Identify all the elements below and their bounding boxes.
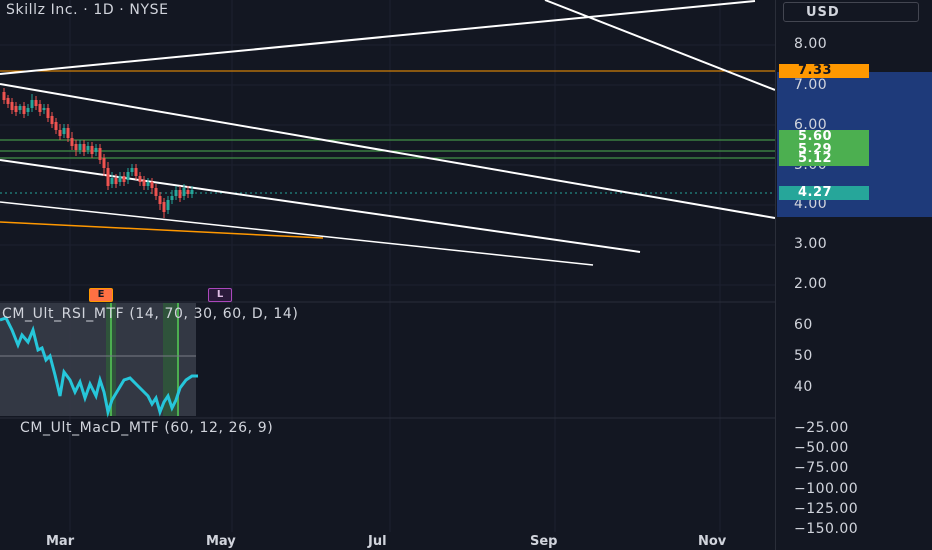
- candle-body: [134, 168, 138, 176]
- currency-button[interactable]: USD: [783, 2, 919, 22]
- candle-body: [50, 116, 54, 124]
- macd-legend[interactable]: CM_Ult_MacD_MTF (60, 12, 26, 9): [20, 420, 273, 436]
- price-label-8: 8.00: [794, 36, 828, 52]
- main-chart-canvas[interactable]: [0, 0, 775, 550]
- candle-body: [102, 158, 106, 168]
- price-label-7: 7.00: [794, 77, 828, 93]
- candle-body: [166, 200, 170, 210]
- candle-body: [118, 176, 122, 182]
- candle-body: [74, 144, 78, 150]
- candle-body: [14, 106, 18, 112]
- earnings-marker[interactable]: E: [89, 288, 113, 302]
- candle-body: [70, 138, 74, 146]
- candle-body: [30, 100, 34, 108]
- candle-body: [122, 176, 126, 182]
- candle-body: [34, 100, 38, 106]
- candle-body: [18, 106, 22, 110]
- trendline-channel-bottom: [0, 201, 594, 266]
- price-label-2: 2.00: [794, 276, 828, 292]
- candle-body: [178, 190, 182, 198]
- trendline-orange: [0, 221, 324, 239]
- candle-body: [158, 196, 162, 204]
- candle-body: [90, 146, 94, 154]
- price-label-3: 3.00: [794, 236, 828, 252]
- time-axis[interactable]: Mar May Jul Sep Nov: [0, 532, 775, 550]
- candle-body: [2, 92, 6, 100]
- candle-body: [78, 144, 82, 150]
- candle-body: [190, 190, 194, 194]
- candle-body: [26, 108, 30, 112]
- candle-body: [142, 180, 146, 186]
- candle-body: [130, 168, 134, 172]
- price-badge-resistance: 7.33: [779, 64, 869, 78]
- candle-body: [42, 108, 46, 110]
- candle-body: [82, 144, 86, 152]
- candle-body: [58, 130, 62, 136]
- rsi-label-50: 50: [794, 348, 813, 364]
- candle-body: [154, 188, 158, 196]
- time-label-jul: Jul: [368, 534, 387, 549]
- candle-body: [98, 148, 102, 160]
- candle-body: [62, 128, 66, 134]
- chart-area[interactable]: E L Skillz Inc. · 1D · NYSE CM_Ult_RSI_M…: [0, 0, 775, 550]
- candlestick-series: [2, 88, 194, 218]
- candle-body: [106, 168, 110, 186]
- event-marker-label: L: [216, 289, 224, 300]
- time-label-mar: Mar: [46, 534, 75, 549]
- price-axis[interactable]: USD 8.00 7.00 6.00 5.00 4.00 3.00 2.00 7…: [775, 0, 932, 550]
- rsi-legend[interactable]: CM_Ult_RSI_MTF (14, 70, 30, 60, D, 14): [2, 306, 298, 322]
- candle-body: [162, 202, 166, 212]
- candle-body: [86, 146, 90, 150]
- macd-label-6: −150.00: [794, 521, 859, 537]
- event-marker[interactable]: L: [208, 288, 232, 302]
- grid-lines: [0, 0, 775, 532]
- candle-body: [94, 148, 98, 152]
- candle-body: [22, 106, 26, 114]
- price-badge-current: 4.27: [779, 186, 869, 200]
- time-label-sep: Sep: [530, 534, 558, 549]
- candle-body: [10, 102, 14, 110]
- macd-label-1: −25.00: [794, 420, 849, 436]
- candle-body: [186, 190, 190, 194]
- candle-body: [66, 128, 70, 138]
- candle-body: [38, 104, 42, 112]
- candle-body: [146, 182, 150, 186]
- candle-body: [138, 176, 142, 182]
- candle-body: [114, 178, 118, 184]
- rsi-label-60: 60: [794, 317, 813, 333]
- candle-body: [46, 108, 50, 118]
- candle-body: [126, 172, 130, 180]
- time-label-may: May: [206, 534, 236, 549]
- price-badge-support-3: 5.12: [779, 152, 869, 166]
- candle-body: [110, 178, 114, 184]
- macd-label-5: −125.00: [794, 501, 859, 517]
- candle-body: [150, 182, 154, 188]
- macd-label-2: −50.00: [794, 440, 849, 456]
- rsi-label-40: 40: [794, 379, 813, 395]
- earnings-marker-label: E: [97, 289, 105, 300]
- candle-body: [6, 98, 10, 104]
- macd-label-3: −75.00: [794, 460, 849, 476]
- candle-body: [174, 190, 178, 196]
- macd-label-4: −100.00: [794, 481, 859, 497]
- candle-body: [170, 196, 174, 200]
- candle-body: [182, 188, 186, 196]
- time-label-nov: Nov: [698, 534, 727, 549]
- candle-body: [54, 122, 58, 130]
- symbol-title[interactable]: Skillz Inc. · 1D · NYSE: [6, 2, 169, 18]
